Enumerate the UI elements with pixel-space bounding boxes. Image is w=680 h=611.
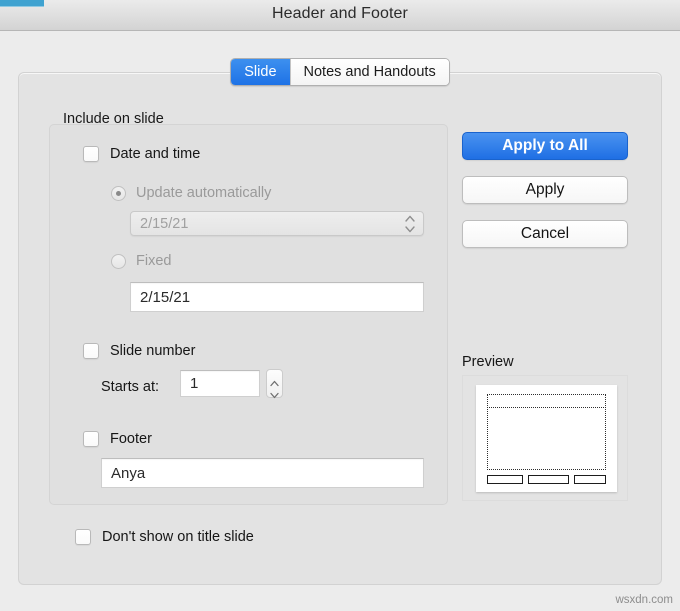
footer-value: Anya <box>111 464 146 482</box>
date-and-time-checkbox[interactable] <box>83 146 99 162</box>
dont-show-on-title-slide-label: Don't show on title slide <box>102 529 254 545</box>
preview-label: Preview <box>462 354 514 370</box>
starts-at-input[interactable]: 1 <box>180 370 260 397</box>
update-automatically-radio[interactable] <box>111 185 126 201</box>
date-format-popup[interactable]: 2/15/21 <box>130 211 424 236</box>
preview-slide-thumbnail <box>476 385 617 492</box>
watermark: wsxdn.com <box>615 594 673 606</box>
footer-checkbox[interactable] <box>83 431 99 447</box>
tabbar: Slide Notes and Handouts <box>0 58 680 86</box>
cancel-button[interactable]: Cancel <box>462 220 628 248</box>
preview-date-box <box>487 475 523 484</box>
update-automatically-radio-row[interactable]: Update automatically <box>111 185 271 201</box>
apply-button[interactable]: Apply <box>462 176 628 204</box>
fixed-radio-row[interactable]: Fixed <box>111 253 171 269</box>
slide-number-checkbox[interactable] <box>83 343 99 359</box>
fixed-radio[interactable] <box>111 253 126 269</box>
starts-at-value: 1 <box>190 375 199 392</box>
date-format-stepper[interactable] <box>404 215 416 233</box>
footer-checkbox-row[interactable]: Footer <box>83 431 152 447</box>
starts-at-label: Starts at: <box>101 379 160 395</box>
preview-slide-number-box <box>574 475 606 484</box>
dialog-title: Header and Footer <box>271 5 408 22</box>
fixed-date-input[interactable]: 2/15/21 <box>130 282 424 312</box>
date-and-time-label: Date and time <box>110 146 201 162</box>
tab-notes-and-handouts[interactable]: Notes and Handouts <box>289 59 449 85</box>
fixed-date-value: 2/15/21 <box>140 288 191 306</box>
footer-input[interactable]: Anya <box>101 458 424 488</box>
date-and-time-checkbox-row[interactable]: Date and time <box>83 146 200 162</box>
dont-show-on-title-slide-checkbox[interactable] <box>75 529 91 545</box>
include-on-slide-groupbox: Date and time Update automatically 2/15/… <box>49 124 448 505</box>
apply-to-all-button[interactable]: Apply to All <box>462 132 628 160</box>
slide-number-checkbox-row[interactable]: Slide number <box>83 343 195 359</box>
chevron-down-icon <box>405 225 415 233</box>
slide-number-label: Slide number <box>110 343 196 359</box>
stepper-up-arrow-icon[interactable] <box>270 374 279 387</box>
preview-box <box>462 375 628 501</box>
dialog-panel: Include on slide Date and time Update au… <box>18 72 662 585</box>
dont-show-on-title-slide-row[interactable]: Don't show on title slide <box>75 529 254 545</box>
starts-at-stepper[interactable] <box>266 369 283 399</box>
footer-label: Footer <box>110 431 152 447</box>
fixed-label: Fixed <box>136 253 172 269</box>
chevron-up-icon <box>405 215 415 222</box>
header-and-footer-dialog: Header and Footer Slide Notes and Handou… <box>0 0 680 611</box>
tab-slide[interactable]: Slide <box>231 59 290 85</box>
preview-body-placeholder <box>487 407 606 470</box>
preview-title-placeholder <box>487 394 606 408</box>
stepper-down-arrow-icon[interactable] <box>270 386 279 399</box>
date-format-value: 2/15/21 <box>140 215 189 232</box>
tab-group: Slide Notes and Handouts <box>230 58 450 86</box>
update-automatically-label: Update automatically <box>136 185 272 201</box>
preview-footer-box <box>528 475 569 484</box>
titlebar: Header and Footer <box>0 0 680 31</box>
